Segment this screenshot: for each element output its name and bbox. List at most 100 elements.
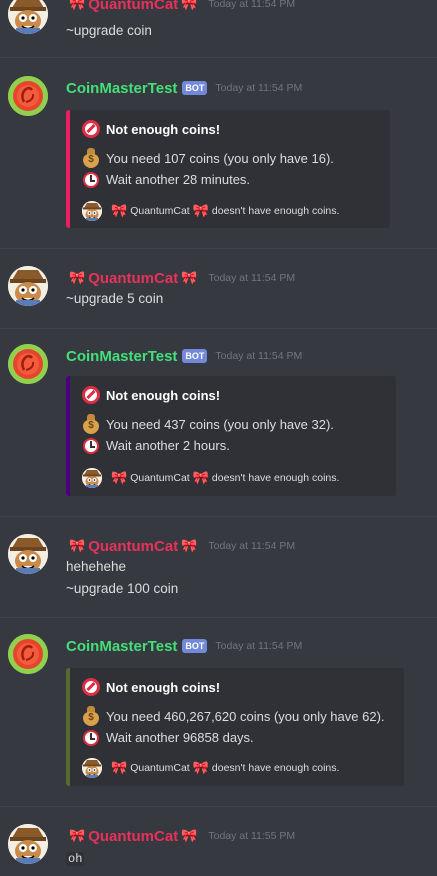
author-name[interactable]: QuantumCat xyxy=(88,538,178,555)
embed-line-text: Wait another 2 hours. xyxy=(106,438,230,453)
alarm-clock-icon xyxy=(82,436,100,455)
embed-line: Wait another 96858 days. xyxy=(82,728,254,747)
bow-emoji-icon: 🎀 xyxy=(111,760,128,775)
message-header: CoinMasterTest BOT Today at 11:54 PM xyxy=(66,636,302,656)
timestamp: Today at 11:54 PM xyxy=(208,0,296,10)
author-name[interactable]: CoinMasterTest xyxy=(66,348,177,365)
bot-badge: BOT xyxy=(182,81,208,95)
user-avatar[interactable] xyxy=(8,0,48,34)
bow-emoji-icon: 🎀 xyxy=(111,203,128,218)
embed-title: Not enough coins! xyxy=(82,386,220,404)
embed-line: $ You need 460,267,620 coins (you only h… xyxy=(82,706,385,726)
message-header: 🎀 QuantumCat 🎀 Today at 11:54 PM xyxy=(66,268,295,288)
bow-emoji-icon: 🎀 xyxy=(69,538,86,553)
cat-avatar-icon xyxy=(8,534,48,574)
cat-avatar-icon xyxy=(8,266,48,306)
author-name[interactable]: CoinMasterTest xyxy=(66,80,177,97)
bow-emoji-icon: 🎀 xyxy=(181,270,198,285)
embed-title: Not enough coins! xyxy=(82,120,220,138)
user-avatar[interactable] xyxy=(8,266,48,306)
alarm-clock-icon xyxy=(82,170,100,189)
bow-emoji-icon: 🎀 xyxy=(111,470,128,485)
message-text: ~upgrade coin xyxy=(66,23,152,38)
timestamp: Today at 11:54 PM xyxy=(208,540,296,552)
embed-line-text: You need 460,267,620 coins (you only hav… xyxy=(106,708,385,724)
bow-emoji-icon: 🎀 xyxy=(192,203,209,218)
bow-emoji-icon: 🎀 xyxy=(69,0,86,11)
embed-line: $ You need 107 coins (you only have 16). xyxy=(82,148,334,168)
embed-footer: 🎀 QuantumCat 🎀 doesn't have enough coins… xyxy=(82,468,339,488)
user-avatar[interactable] xyxy=(8,534,48,574)
bow-emoji-icon: 🎀 xyxy=(69,270,86,285)
embed-line: Wait another 28 minutes. xyxy=(82,170,250,189)
message-divider xyxy=(0,806,437,807)
embed-title-text: Not enough coins! xyxy=(106,121,221,137)
bow-emoji-icon: 🎀 xyxy=(192,470,209,485)
message-header: 🎀 QuantumCat 🎀 Today at 11:54 PM xyxy=(66,536,295,556)
money-bag-icon: $ xyxy=(82,148,100,168)
bot-badge: BOT xyxy=(182,639,208,653)
message-header: 🎀 QuantumCat 🎀 Today at 11:54 PM xyxy=(66,0,295,14)
embed-line: Wait another 2 hours. xyxy=(82,436,230,455)
message-text: ~upgrade 5 coin xyxy=(66,291,164,306)
embed-line: $ You need 437 coins (you only have 32). xyxy=(82,414,334,434)
coin-avatar-icon xyxy=(8,634,48,674)
timestamp: Today at 11:55 PM xyxy=(208,830,296,842)
cat-avatar-icon xyxy=(8,0,48,34)
embed-line-text: You need 107 coins (you only have 16). xyxy=(106,150,334,166)
embed-title-text: Not enough coins! xyxy=(106,387,221,403)
author-name[interactable]: CoinMasterTest xyxy=(66,638,177,655)
no-entry-icon xyxy=(82,120,100,138)
footer-avatar-icon xyxy=(82,758,102,778)
bot-avatar[interactable] xyxy=(8,344,48,384)
embed: Not enough coins! $ You need 437 coins (… xyxy=(66,376,396,496)
embed-footer: 🎀 QuantumCat 🎀 doesn't have enough coins… xyxy=(82,758,339,778)
bow-emoji-icon: 🎀 xyxy=(181,538,198,553)
timestamp: Today at 11:54 PM xyxy=(215,640,303,652)
footer-avatar-icon xyxy=(82,201,102,221)
message-divider xyxy=(0,516,437,517)
money-bag-icon: $ xyxy=(82,414,100,434)
money-bag-icon: $ xyxy=(82,706,100,726)
footer-user: QuantumCat xyxy=(130,472,190,484)
footer-text: doesn't have enough coins. xyxy=(211,762,340,774)
bot-avatar[interactable] xyxy=(8,634,48,674)
cat-avatar-icon xyxy=(8,824,48,864)
message-text: oh xyxy=(66,848,85,869)
embed-line-text: Wait another 28 minutes. xyxy=(106,172,251,187)
bow-emoji-icon: 🎀 xyxy=(181,828,198,843)
timestamp: Today at 11:54 PM xyxy=(215,350,303,362)
no-entry-icon xyxy=(82,678,100,696)
message-header: CoinMasterTest BOT Today at 11:54 PM xyxy=(66,78,302,98)
message-header: CoinMasterTest BOT Today at 11:54 PM xyxy=(66,346,302,366)
footer-user: QuantumCat xyxy=(130,205,190,217)
embed: Not enough coins! $ You need 107 coins (… xyxy=(66,110,390,228)
message-text: ~upgrade 100 coin xyxy=(66,581,179,596)
message-divider xyxy=(0,617,437,618)
author-name[interactable]: QuantumCat xyxy=(88,0,178,13)
user-avatar[interactable] xyxy=(8,824,48,864)
message-text: hehehehe xyxy=(66,559,127,574)
footer-user: QuantumCat xyxy=(130,762,190,774)
bot-badge: BOT xyxy=(182,349,208,363)
embed-footer: 🎀 QuantumCat 🎀 doesn't have enough coins… xyxy=(82,201,339,221)
embed-title-text: Not enough coins! xyxy=(106,679,221,695)
timestamp: Today at 11:54 PM xyxy=(215,82,303,94)
embed-line-text: Wait another 96858 days. xyxy=(106,730,254,745)
embed: Not enough coins! $ You need 460,267,620… xyxy=(66,668,404,786)
inline-code: oh xyxy=(66,852,85,866)
author-name[interactable]: QuantumCat xyxy=(88,270,178,287)
no-entry-icon xyxy=(82,386,100,404)
message-header: 🎀 QuantumCat 🎀 Today at 11:55 PM xyxy=(66,826,295,846)
alarm-clock-icon xyxy=(82,728,100,747)
bow-emoji-icon: 🎀 xyxy=(192,760,209,775)
footer-text: doesn't have enough coins. xyxy=(211,472,340,484)
coin-avatar-icon xyxy=(8,344,48,384)
message-divider xyxy=(0,328,437,329)
timestamp: Today at 11:54 PM xyxy=(208,272,296,284)
author-name[interactable]: QuantumCat xyxy=(88,828,178,845)
bot-avatar[interactable] xyxy=(8,76,48,116)
message-divider xyxy=(0,57,437,58)
message-divider xyxy=(0,248,437,249)
footer-text: doesn't have enough coins. xyxy=(211,205,340,217)
